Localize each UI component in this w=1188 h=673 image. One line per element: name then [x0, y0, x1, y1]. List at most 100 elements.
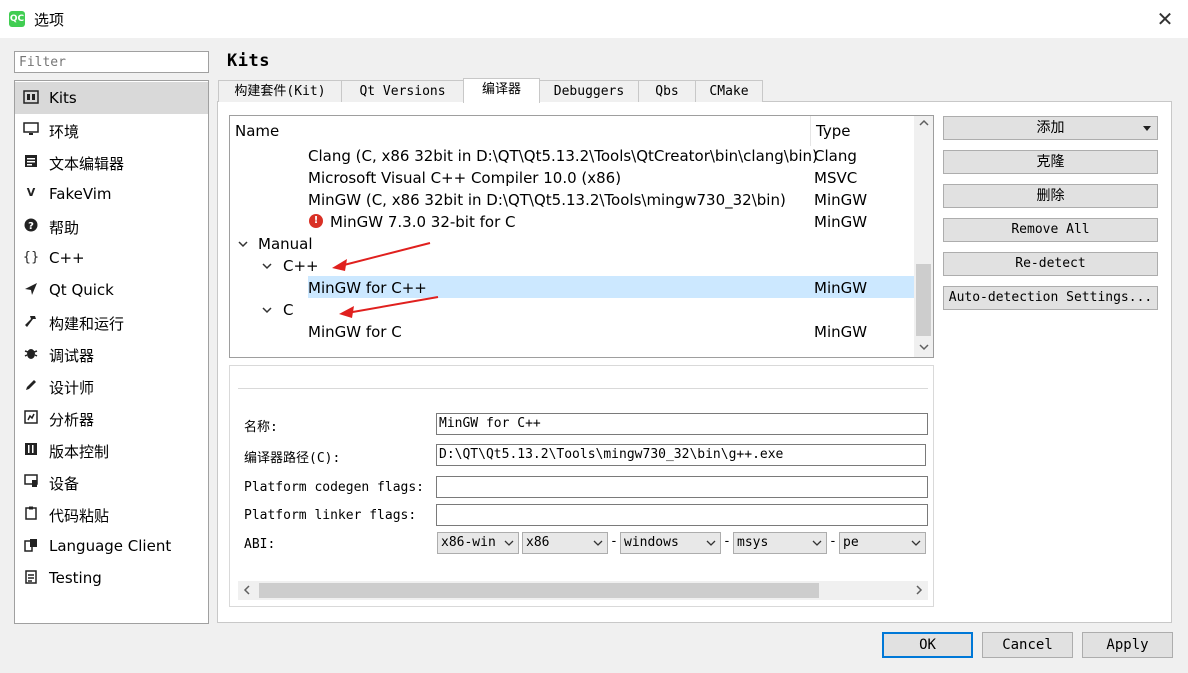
- scroll-right-icon[interactable]: [914, 585, 924, 595]
- abi-architecture-select[interactable]: x86-win: [437, 532, 519, 554]
- abi-separator: -: [610, 534, 618, 549]
- abi-wordwidth-select[interactable]: x86: [522, 532, 608, 554]
- sidebar-item-build-run[interactable]: 构建和运行: [15, 306, 208, 338]
- delete-button[interactable]: 删除: [943, 184, 1158, 208]
- pencil-icon: [22, 378, 40, 394]
- sidebar-item-debugger[interactable]: 调试器: [15, 338, 208, 370]
- compiler-path-field[interactable]: D:\QT\Qt5.13.2\Tools\mingw730_32\bin\g++…: [436, 444, 926, 466]
- sidebar-item-language-client[interactable]: Language Client: [15, 530, 208, 562]
- braces-icon: {}: [22, 250, 40, 265]
- page-title: Kits: [227, 51, 270, 71]
- compiler-type: MSVC: [814, 169, 858, 187]
- version-control-icon: [22, 442, 40, 458]
- sidebar-item-label: Qt Quick: [49, 281, 114, 299]
- sidebar-item-environment[interactable]: 环境: [15, 114, 208, 146]
- scrollbar-thumb[interactable]: [259, 583, 819, 598]
- abi-flavor-select[interactable]: msys: [733, 532, 827, 554]
- group-c[interactable]: C: [283, 299, 293, 321]
- codegen-flags-field[interactable]: [436, 476, 928, 498]
- compiler-name[interactable]: MinGW for C: [308, 321, 402, 343]
- name-field[interactable]: MinGW for C++: [436, 413, 928, 435]
- codegen-flags-label: Platform codegen flags:: [244, 480, 425, 495]
- tab-debuggers[interactable]: Debuggers: [539, 80, 639, 102]
- tab-cmake[interactable]: CMake: [695, 80, 763, 102]
- compiler-details-pane: 名称: MinGW for C++ 编译器路径(C): D:\QT\Qt5.13…: [229, 365, 934, 607]
- sidebar-item-analyzer[interactable]: 分析器: [15, 402, 208, 434]
- close-window-button[interactable]: ✕: [1142, 0, 1188, 38]
- monitor-icon: [22, 122, 40, 138]
- add-button[interactable]: 添加: [943, 116, 1158, 140]
- sidebar-item-kits[interactable]: Kits: [15, 82, 208, 114]
- compiler-name[interactable]: MinGW (C, x86 32bit in D:\QT\Qt5.13.2\To…: [308, 189, 786, 211]
- remove-all-button[interactable]: Remove All: [943, 218, 1158, 242]
- dropdown-arrow-icon: [1143, 126, 1151, 131]
- group-cpp[interactable]: C++: [283, 255, 319, 277]
- compiler-name[interactable]: Microsoft Visual C++ Compiler 10.0 (x86): [308, 167, 621, 189]
- auto-detection-settings-button[interactable]: Auto-detection Settings...: [943, 286, 1158, 310]
- sidebar-item-label: Testing: [49, 569, 102, 587]
- svg-text:?: ?: [28, 221, 34, 232]
- sidebar-item-label: 分析器: [49, 411, 95, 429]
- linker-flags-field[interactable]: [436, 504, 928, 526]
- chevron-down-icon[interactable]: [261, 260, 273, 272]
- sidebar-item-designer[interactable]: 设计师: [15, 370, 208, 402]
- sidebar-item-label: 文本编辑器: [49, 155, 125, 173]
- scroll-up-icon[interactable]: [914, 116, 933, 133]
- sidebar-item-cpp[interactable]: {} C++: [15, 242, 208, 274]
- compiler-name[interactable]: Clang (C, x86 32bit in D:\QT\Qt5.13.2\To…: [308, 145, 818, 167]
- cancel-button[interactable]: Cancel: [982, 632, 1073, 658]
- redetect-button[interactable]: Re-detect: [943, 252, 1158, 276]
- tab-compilers[interactable]: 编译器: [463, 78, 540, 103]
- column-header-name[interactable]: Name: [235, 116, 279, 146]
- clone-button[interactable]: 克隆: [943, 150, 1158, 174]
- abi-value: msys: [737, 535, 769, 550]
- compiler-name[interactable]: MinGW 7.3.0 32-bit for C: [330, 211, 515, 233]
- scrollbar-thumb[interactable]: [916, 264, 931, 336]
- abi-value: x86-win: [441, 535, 496, 550]
- chevron-down-icon[interactable]: [237, 238, 249, 250]
- sidebar-item-testing[interactable]: Testing: [15, 562, 208, 594]
- sidebar-item-help[interactable]: ? 帮助: [15, 210, 208, 242]
- tab-qt-versions[interactable]: Qt Versions: [341, 80, 464, 102]
- help-icon: ?: [22, 218, 40, 234]
- name-label: 名称:: [244, 420, 278, 435]
- sidebar-item-label: 帮助: [49, 219, 80, 237]
- sidebar-item-label: C++: [49, 249, 85, 267]
- sidebar-item-label: FakeVim: [49, 185, 112, 203]
- sidebar-item-qt-quick[interactable]: Qt Quick: [15, 274, 208, 306]
- abi-os-select[interactable]: windows: [620, 532, 721, 554]
- divider: [238, 388, 928, 389]
- tab-qbs[interactable]: Qbs: [638, 80, 696, 102]
- device-icon: [22, 474, 40, 490]
- ok-button[interactable]: OK: [882, 632, 973, 658]
- filter-input[interactable]: [14, 51, 209, 73]
- chevron-down-icon[interactable]: [261, 304, 273, 316]
- abi-separator: -: [723, 534, 731, 549]
- tab-kits[interactable]: 构建套件(Kit): [218, 80, 342, 102]
- abi-format-select[interactable]: pe: [839, 532, 926, 554]
- compiler-type: MinGW: [814, 323, 868, 341]
- scroll-down-icon[interactable]: [914, 340, 933, 357]
- sidebar-item-label: 构建和运行: [49, 315, 125, 333]
- vertical-scrollbar[interactable]: [914, 116, 933, 357]
- sidebar-item-label: 代码粘贴: [49, 507, 110, 525]
- error-icon: !: [309, 214, 323, 228]
- language-client-icon: [22, 538, 40, 554]
- analyzer-icon: [22, 410, 40, 426]
- sidebar-item-label: 环境: [49, 123, 80, 141]
- compiler-type: MinGW: [814, 191, 868, 209]
- sidebar-item-devices[interactable]: 设备: [15, 466, 208, 498]
- abi-separator: -: [829, 534, 837, 549]
- scroll-left-icon[interactable]: [242, 585, 252, 595]
- horizontal-scrollbar[interactable]: [238, 581, 928, 600]
- group-manual[interactable]: Manual: [258, 233, 313, 255]
- sidebar-item-text-editor[interactable]: 文本编辑器: [15, 146, 208, 178]
- compiler-name-selected[interactable]: MinGW for C++: [308, 277, 427, 299]
- sidebar-item-fakevim[interactable]: V FakeVim: [15, 178, 208, 210]
- sidebar-item-version-control[interactable]: 版本控制: [15, 434, 208, 466]
- apply-button[interactable]: Apply: [1082, 632, 1173, 658]
- qt-quick-icon: [22, 282, 40, 298]
- sidebar-item-code-pasting[interactable]: 代码粘贴: [15, 498, 208, 530]
- testing-icon: [22, 570, 40, 586]
- column-header-type[interactable]: Type: [816, 116, 850, 146]
